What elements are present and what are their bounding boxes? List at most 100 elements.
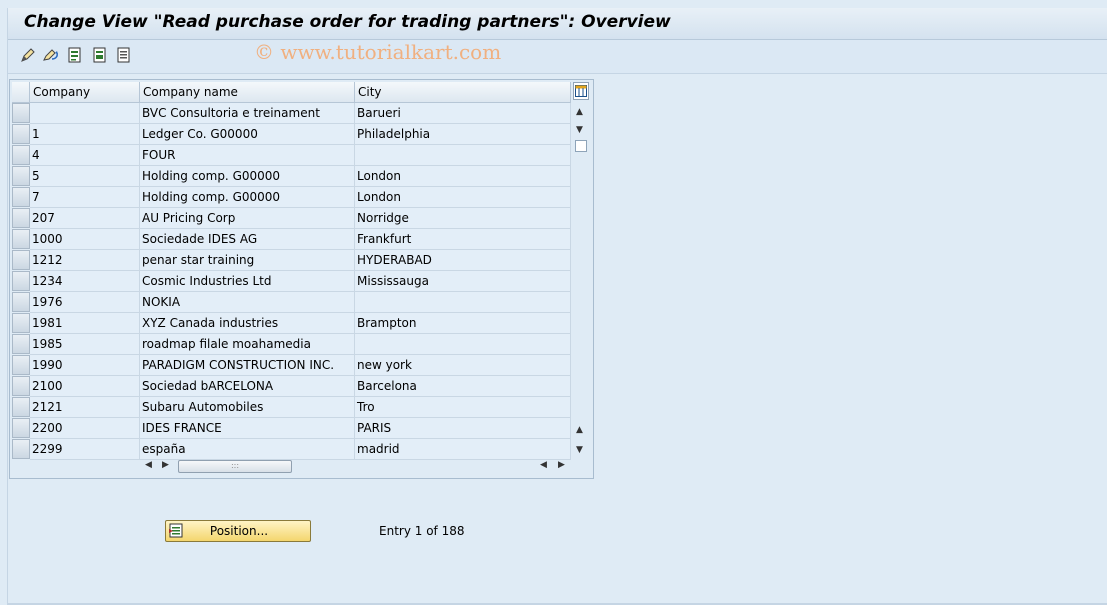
company-name-cell[interactable]: NOKIA bbox=[140, 292, 355, 313]
column-configuration-button[interactable] bbox=[573, 82, 589, 100]
city-cell[interactable]: Mississauga bbox=[355, 271, 571, 292]
company-cell[interactable]: 1212 bbox=[30, 250, 140, 271]
horizontal-scroll-thumb[interactable]: ::: bbox=[178, 460, 292, 473]
vertical-scrollbar[interactable]: ▲ ▼ ▲ ▼ bbox=[572, 102, 589, 456]
company-cell[interactable]: 1 bbox=[30, 124, 140, 145]
select-all-rows-corner[interactable] bbox=[12, 82, 30, 103]
column-header-company[interactable]: Company bbox=[30, 82, 140, 103]
company-name-cell[interactable]: Sociedad bARCELONA bbox=[140, 376, 355, 397]
row-selector[interactable] bbox=[12, 124, 30, 144]
entry-counter: Entry 1 of 188 bbox=[379, 524, 465, 538]
company-name-cell[interactable]: Subaru Automobiles bbox=[140, 397, 355, 418]
vertical-scroll-thumb[interactable] bbox=[575, 140, 587, 152]
row-selector[interactable] bbox=[12, 397, 30, 417]
company-name-cell[interactable]: FOUR bbox=[140, 145, 355, 166]
row-selector[interactable] bbox=[12, 376, 30, 396]
company-name-cell[interactable]: PARADIGM CONSTRUCTION INC. bbox=[140, 355, 355, 376]
scroll-right-end-icon[interactable]: ▶ bbox=[558, 460, 565, 470]
company-name-cell[interactable]: Ledger Co. G00000 bbox=[140, 124, 355, 145]
select-all-button[interactable] bbox=[66, 46, 84, 64]
city-cell[interactable]: new york bbox=[355, 355, 571, 376]
company-cell[interactable]: 1981 bbox=[30, 313, 140, 334]
city-cell[interactable] bbox=[355, 145, 571, 166]
row-selector[interactable] bbox=[12, 439, 30, 459]
city-cell[interactable] bbox=[355, 334, 571, 355]
company-cell[interactable]: 2299 bbox=[30, 439, 140, 460]
city-cell[interactable]: HYDERABAD bbox=[355, 250, 571, 271]
company-name-cell[interactable]: españa bbox=[140, 439, 355, 460]
scroll-left-icon[interactable]: ◀ bbox=[145, 460, 152, 470]
row-selector[interactable] bbox=[12, 166, 30, 186]
scroll-left-end-icon[interactable]: ◀ bbox=[540, 460, 547, 470]
row-selector[interactable] bbox=[12, 208, 30, 228]
company-name-cell[interactable]: roadmap filale moahamedia bbox=[140, 334, 355, 355]
company-cell[interactable]: 7 bbox=[30, 187, 140, 208]
city-cell[interactable]: PARIS bbox=[355, 418, 571, 439]
company-cell[interactable]: 1976 bbox=[30, 292, 140, 313]
horizontal-scrollbar[interactable]: ◀ ▶ ::: ◀ ▶ bbox=[140, 458, 570, 474]
row-selector[interactable] bbox=[12, 292, 30, 312]
company-cell[interactable]: 5 bbox=[30, 166, 140, 187]
deselect-all-button[interactable] bbox=[115, 46, 133, 64]
row-selector[interactable] bbox=[12, 250, 30, 270]
scroll-down-icon[interactable]: ▼ bbox=[576, 126, 583, 135]
company-cell[interactable] bbox=[30, 103, 140, 124]
city-cell[interactable]: Philadelphia bbox=[355, 124, 571, 145]
city-cell[interactable]: Norridge bbox=[355, 208, 571, 229]
row-selector[interactable] bbox=[12, 418, 30, 438]
company-cell[interactable]: 2200 bbox=[30, 418, 140, 439]
city-cell[interactable] bbox=[355, 292, 571, 313]
company-cell[interactable]: 2121 bbox=[30, 397, 140, 418]
row-selector[interactable] bbox=[12, 271, 30, 291]
company-name-cell[interactable]: XYZ Canada industries bbox=[140, 313, 355, 334]
city-cell[interactable]: London bbox=[355, 166, 571, 187]
company-name-cell[interactable]: Sociedade IDES AG bbox=[140, 229, 355, 250]
row-selector[interactable] bbox=[12, 103, 30, 123]
column-header-company-name[interactable]: Company name bbox=[140, 82, 355, 103]
city-cell[interactable]: Tro bbox=[355, 397, 571, 418]
select-block-icon bbox=[93, 47, 106, 63]
row-selector[interactable] bbox=[12, 313, 30, 333]
city-cell[interactable]: Barueri bbox=[355, 103, 571, 124]
company-cell[interactable]: 1990 bbox=[30, 355, 140, 376]
company-name-cell[interactable]: penar star training bbox=[140, 250, 355, 271]
table-row: 1000 Sociedade IDES AG Frankfurt bbox=[12, 229, 572, 250]
company-name-cell[interactable]: Holding comp. G00000 bbox=[140, 187, 355, 208]
select-block-button[interactable] bbox=[91, 46, 109, 64]
row-selector[interactable] bbox=[12, 229, 30, 249]
scroll-up-icon[interactable]: ▲ bbox=[576, 108, 583, 117]
city-cell[interactable]: madrid bbox=[355, 439, 571, 460]
row-selector[interactable] bbox=[12, 355, 30, 375]
left-border bbox=[7, 8, 8, 605]
company-name-cell[interactable]: BVC Consultoria e treinament bbox=[140, 103, 355, 124]
position-button[interactable]: Position... bbox=[165, 520, 311, 542]
company-cell[interactable]: 2100 bbox=[30, 376, 140, 397]
display-change-button[interactable] bbox=[19, 46, 37, 64]
company-cell[interactable]: 207 bbox=[30, 208, 140, 229]
table-control: Company Company name City BVC Consultori… bbox=[9, 79, 594, 479]
page-title: Change View "Read purchase order for tra… bbox=[24, 12, 671, 32]
city-cell[interactable]: Frankfurt bbox=[355, 229, 571, 250]
company-name-cell[interactable]: Holding comp. G00000 bbox=[140, 166, 355, 187]
company-cell[interactable]: 1985 bbox=[30, 334, 140, 355]
company-cell[interactable]: 4 bbox=[30, 145, 140, 166]
company-name-cell[interactable]: Cosmic Industries Ltd bbox=[140, 271, 355, 292]
row-selector[interactable] bbox=[12, 334, 30, 354]
undo-change-button[interactable] bbox=[42, 46, 60, 64]
row-selector[interactable] bbox=[12, 187, 30, 207]
table-row: 207 AU Pricing Corp Norridge bbox=[12, 208, 572, 229]
application-toolbar: © www.tutorialkart.com bbox=[8, 40, 1107, 74]
city-cell[interactable]: Brampton bbox=[355, 313, 571, 334]
column-header-city[interactable]: City bbox=[355, 82, 571, 103]
scroll-page-down-icon[interactable]: ▼ bbox=[576, 446, 583, 455]
row-selector[interactable] bbox=[12, 145, 30, 165]
position-button-label: Position... bbox=[209, 524, 269, 538]
scroll-page-up-icon[interactable]: ▲ bbox=[576, 426, 583, 435]
company-cell[interactable]: 1000 bbox=[30, 229, 140, 250]
city-cell[interactable]: London bbox=[355, 187, 571, 208]
city-cell[interactable]: Barcelona bbox=[355, 376, 571, 397]
company-name-cell[interactable]: AU Pricing Corp bbox=[140, 208, 355, 229]
company-name-cell[interactable]: IDES FRANCE bbox=[140, 418, 355, 439]
company-cell[interactable]: 1234 bbox=[30, 271, 140, 292]
scroll-right-icon[interactable]: ▶ bbox=[162, 460, 169, 470]
